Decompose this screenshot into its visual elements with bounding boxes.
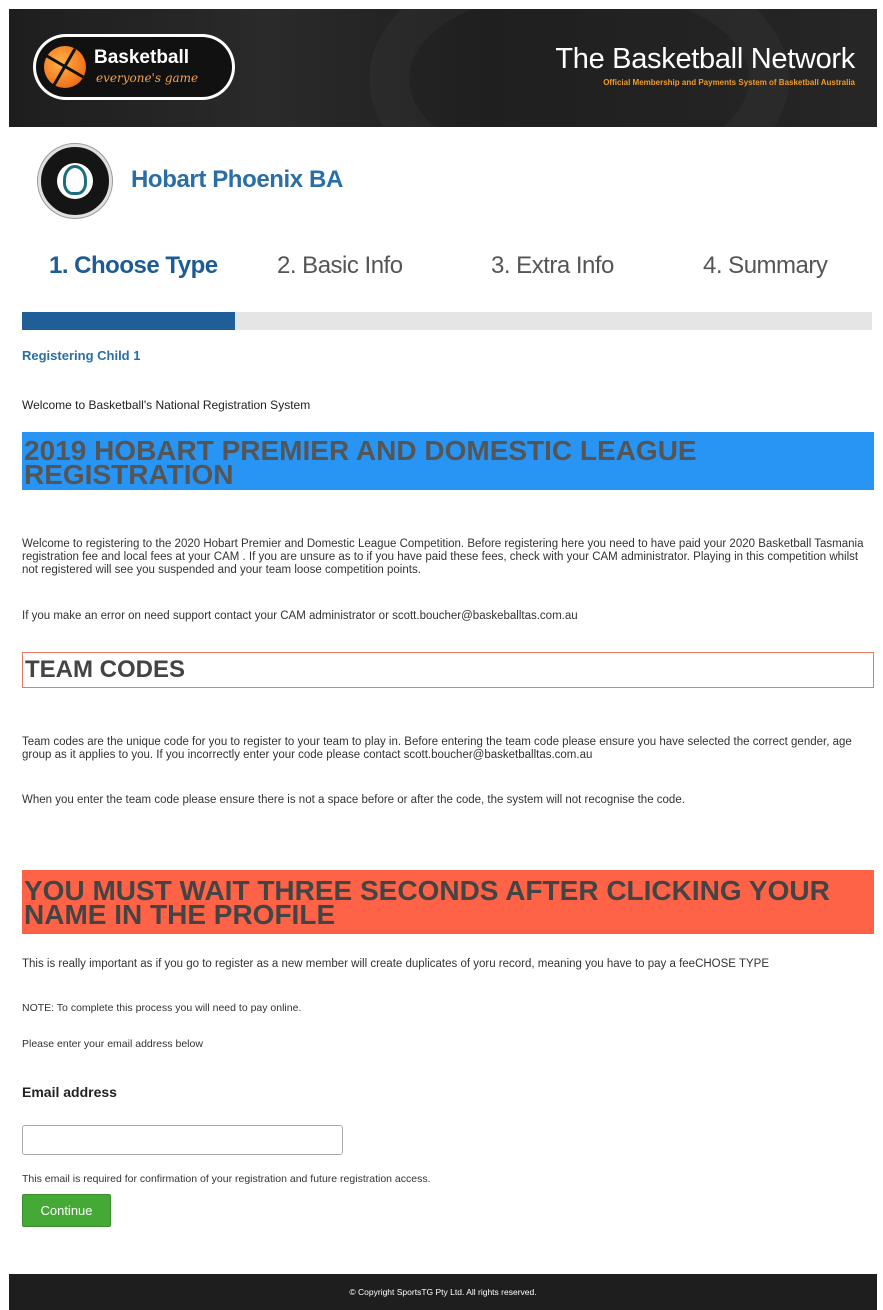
logo-word: Basketball xyxy=(94,47,190,68)
email-input[interactable] xyxy=(22,1125,343,1155)
logo-badge: Basketball everyone's game xyxy=(36,37,232,97)
team-codes-paragraph: Team codes are the unique code for you t… xyxy=(22,736,852,761)
step-choose-type: 1. Choose Type xyxy=(49,252,218,279)
basketball-icon xyxy=(44,46,86,88)
basketball-logo[interactable]: Basketball everyone's game xyxy=(33,34,235,100)
network-subtitle: Official Membership and Payments System … xyxy=(603,78,855,87)
email-prompt: Please enter your email address below xyxy=(22,1038,203,1050)
intro-paragraph: Welcome to registering to the 2020 Hobar… xyxy=(22,538,864,576)
team-codes-paragraph-2: When you enter the team code please ensu… xyxy=(22,794,685,806)
step-basic-info: 2. Basic Info xyxy=(277,252,403,279)
welcome-text: Welcome to Basketball's National Registr… xyxy=(22,398,311,412)
network-title: The Basketball Network xyxy=(555,43,855,75)
important-paragraph: This is really important as if you go to… xyxy=(22,958,769,970)
continue-button[interactable]: Continue xyxy=(22,1194,111,1227)
email-help-text: This email is required for confirmation … xyxy=(22,1173,431,1185)
step-extra-info: 3. Extra Info xyxy=(491,252,614,279)
support-paragraph: If you make an error on need support con… xyxy=(22,610,578,622)
copyright-text: © Copyright SportsTG Pty Ltd. All rights… xyxy=(349,1287,537,1297)
site-header: Basketball everyone's game The Basketbal… xyxy=(9,9,877,127)
team-codes-heading: TEAM CODES xyxy=(22,652,874,688)
step-summary: 4. Summary xyxy=(703,252,828,279)
club-name: Hobart Phoenix BA xyxy=(131,166,343,193)
progress-bar xyxy=(22,312,872,330)
site-footer: © Copyright SportsTG Pty Ltd. All rights… xyxy=(9,1274,877,1310)
logo-tagline: everyone's game xyxy=(96,71,199,85)
email-label: Email address xyxy=(22,1084,117,1100)
registering-heading: Registering Child 1 xyxy=(22,348,141,363)
league-registration-banner: 2019 HOBART PREMIER AND DOMESTIC LEAGUE … xyxy=(22,432,874,490)
payment-note: NOTE: To complete this process you will … xyxy=(22,1002,302,1014)
warning-banner: YOU MUST WAIT THREE SECONDS AFTER CLICKI… xyxy=(22,870,874,934)
club-logo-icon xyxy=(38,144,112,218)
progress-fill xyxy=(22,312,235,330)
phoenix-icon xyxy=(63,165,87,195)
registration-steps: 1. Choose Type 2. Basic Info 3. Extra In… xyxy=(9,252,877,292)
